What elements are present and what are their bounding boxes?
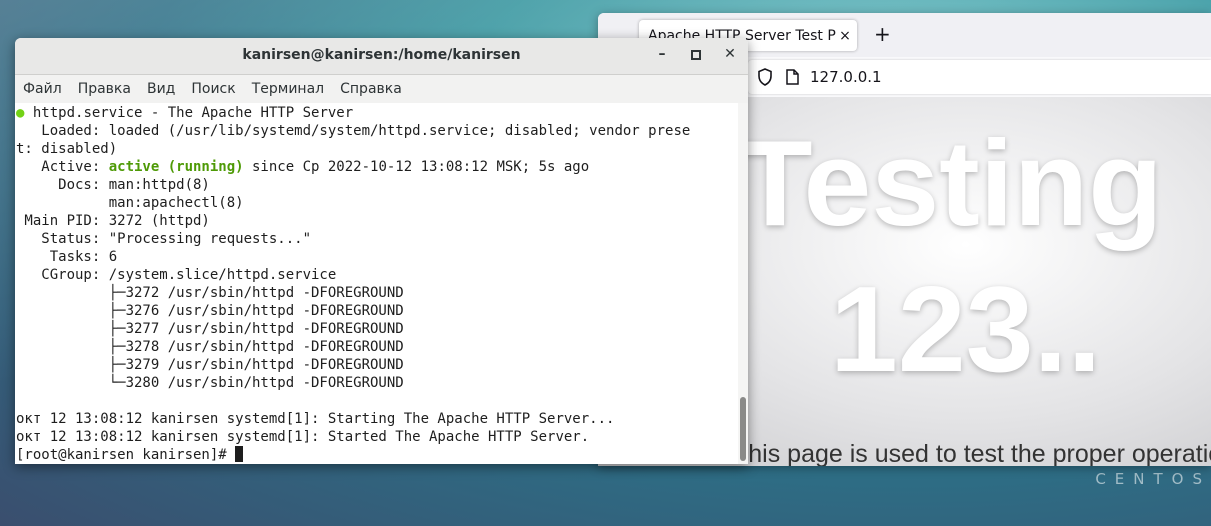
terminal-line: Tasks: 6: [16, 249, 118, 265]
terminal-line: ● httpd.service - The Apache HTTP Server: [16, 105, 354, 121]
maximize-icon[interactable]: [685, 46, 707, 66]
terminal-line: Loaded: loaded (/usr/lib/systemd/system/…: [16, 123, 691, 139]
page-subtitle: This page is used to test the proper ope…: [733, 440, 1211, 466]
terminal-title: kanirsen@kanirsen:/home/kanirsen: [242, 47, 521, 63]
tab-close-icon[interactable]: ×: [836, 28, 854, 44]
terminal-output[interactable]: ● httpd.service - The Apache HTTP Server…: [15, 103, 738, 464]
terminal-line: Docs: man:httpd(8): [16, 177, 210, 193]
terminal-scrollbar[interactable]: [738, 103, 748, 464]
terminal-line: Status: "Processing requests...": [16, 231, 312, 247]
page-icon: [784, 68, 800, 86]
menu-edit[interactable]: Правка: [78, 81, 131, 97]
text-cursor: [235, 446, 244, 462]
terminal-line: man:apachectl(8): [16, 195, 244, 211]
terminal-line: окт 12 13:08:12 kanirsen systemd[1]: Sta…: [16, 429, 590, 445]
terminal-line: Main PID: 3272 (httpd): [16, 213, 210, 229]
page-heading-line2: 123..: [830, 261, 1102, 397]
menu-terminal[interactable]: Терминал: [252, 81, 324, 97]
shell-prompt: [root@kanirsen kanirsen]#: [16, 447, 236, 463]
menu-file[interactable]: Файл: [23, 81, 62, 97]
url-bar[interactable]: 127.0.0.1: [748, 60, 1211, 94]
minimize-icon[interactable]: –: [651, 46, 673, 66]
new-tab-button[interactable]: +: [874, 22, 891, 46]
page-heading-line1: Testing: [738, 115, 1163, 251]
terminal-prompt-line: [root@kanirsen kanirsen]#: [16, 446, 737, 464]
terminal-line: ├─3277 /usr/sbin/httpd -DFOREGROUND: [16, 321, 404, 337]
terminal-window[interactable]: kanirsen@kanirsen:/home/kanirsen – ✕ Фай…: [15, 38, 748, 464]
desktop-watermark: CENTOS: [1095, 470, 1211, 488]
terminal-line: ├─3272 /usr/sbin/httpd -DFOREGROUND: [16, 285, 404, 301]
terminal-line: t: disabled): [16, 141, 118, 157]
close-icon[interactable]: ✕: [719, 46, 741, 66]
terminal-titlebar[interactable]: kanirsen@kanirsen:/home/kanirsen – ✕: [15, 38, 748, 75]
url-text: 127.0.0.1: [810, 68, 882, 86]
terminal-line: Active: active (running) since Ср 2022-1…: [16, 159, 590, 175]
terminal-line: ├─3279 /usr/sbin/httpd -DFOREGROUND: [16, 357, 404, 373]
active-status: active (running): [108, 159, 244, 175]
terminal-line: окт 12 13:08:12 kanirsen systemd[1]: Sta…: [16, 411, 615, 427]
terminal-line: ├─3276 /usr/sbin/httpd -DFOREGROUND: [16, 303, 404, 319]
scrollbar-thumb[interactable]: [740, 397, 746, 461]
shield-icon[interactable]: [756, 68, 774, 86]
terminal-line: └─3280 /usr/sbin/httpd -DFOREGROUND: [16, 375, 404, 391]
menu-search[interactable]: Поиск: [191, 81, 235, 97]
terminal-menubar: Файл Правка Вид Поиск Терминал Справка: [15, 75, 748, 104]
terminal-line: ├─3278 /usr/sbin/httpd -DFOREGROUND: [16, 339, 404, 355]
terminal-line: CGroup: /system.slice/httpd.service: [16, 267, 337, 283]
menu-view[interactable]: Вид: [147, 81, 175, 97]
menu-help[interactable]: Справка: [340, 81, 402, 97]
